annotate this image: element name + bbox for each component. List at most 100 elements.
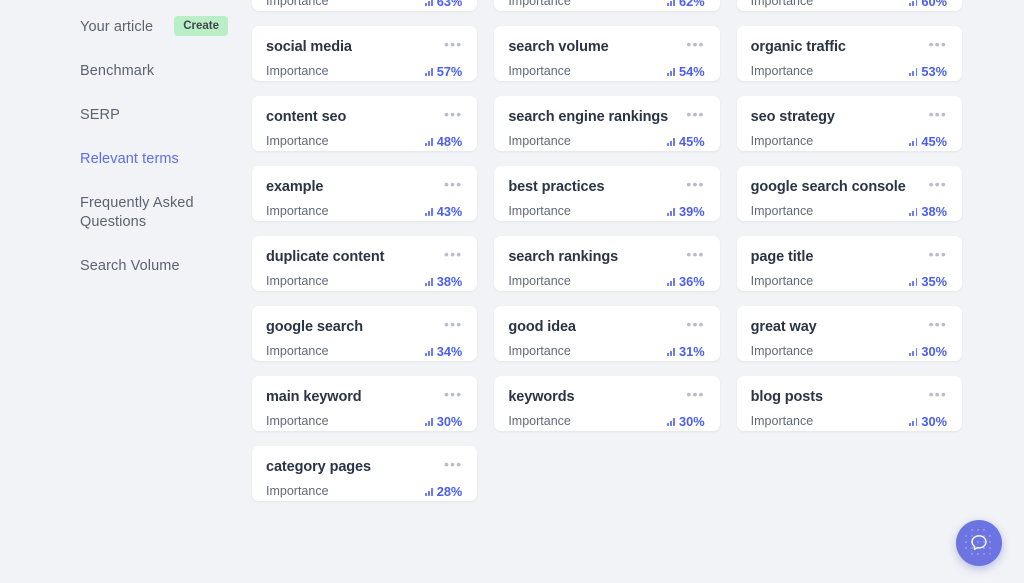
create-button[interactable]: Create <box>174 16 228 36</box>
term-card-menu-icon[interactable]: ••• <box>678 37 704 51</box>
term-title: example <box>266 179 324 195</box>
term-card[interactable]: seo strategy ••• Importance 45% <box>736 96 962 151</box>
term-card-menu-icon[interactable]: ••• <box>678 107 704 121</box>
importance-value: 39% <box>667 204 705 219</box>
term-card-header: google search console ••• <box>751 177 947 196</box>
importance-label: Importance <box>508 134 571 148</box>
bar-chart-icon <box>424 0 433 6</box>
importance-label: Importance <box>508 64 571 78</box>
sidebar-item-frequently-asked-questions[interactable]: Frequently Asked Questions <box>0 194 252 232</box>
importance-percent: 36% <box>679 274 705 289</box>
importance-value: 30% <box>667 414 705 429</box>
term-card-menu-icon[interactable]: ••• <box>678 317 704 331</box>
term-card[interactable]: google search console ••• Importance 38% <box>736 166 962 221</box>
term-card[interactable]: search queries•••Importance60% <box>736 0 962 11</box>
importance-label: Importance <box>750 134 814 148</box>
term-card-menu-icon[interactable]: ••• <box>678 387 704 401</box>
term-card[interactable]: search engine rankings ••• Importance 45% <box>494 96 720 151</box>
sidebar-item-your-article[interactable]: Your article Create <box>0 16 252 37</box>
importance-label: Importance <box>508 274 571 288</box>
term-card[interactable]: social media ••• Importance 57% <box>252 26 478 81</box>
term-card-menu-icon[interactable]: ••• <box>436 247 462 261</box>
bar-chart-icon <box>667 207 676 216</box>
sidebar-item-label: Search Volume <box>80 258 180 274</box>
importance-value: 54% <box>667 64 705 79</box>
term-card-footer: Importance 48% <box>266 134 462 149</box>
term-card-menu-icon[interactable]: ••• <box>678 177 704 191</box>
term-card-footer: Importance 63% <box>266 0 462 9</box>
importance-percent: 38% <box>921 204 947 219</box>
term-card-header: great way ••• <box>750 317 947 336</box>
term-card[interactable]: google search ••• Importance 34% <box>252 306 478 361</box>
term-card[interactable]: good idea ••• Importance 31% <box>494 306 720 361</box>
term-card-menu-icon[interactable]: ••• <box>921 107 947 121</box>
term-card[interactable]: target keyword•••Importance62% <box>494 0 720 11</box>
sidebar-item-benchmark[interactable]: Benchmark <box>0 62 252 81</box>
term-card-footer: Importance 38% <box>266 274 462 289</box>
term-card-footer: Importance 60% <box>751 0 947 9</box>
term-card-menu-icon[interactable]: ••• <box>436 37 462 51</box>
term-card[interactable]: best practices ••• Importance 39% <box>494 166 720 221</box>
importance-percent: 53% <box>921 64 947 79</box>
term-card[interactable]: content seo ••• Importance 48% <box>252 96 478 151</box>
term-card[interactable]: example ••• Importance 43% <box>252 166 478 221</box>
importance-label: Importance <box>750 204 814 218</box>
importance-value: 48% <box>424 134 462 149</box>
term-card-menu-icon[interactable]: ••• <box>921 177 947 191</box>
chat-launcher-button[interactable] <box>956 520 1002 566</box>
sidebar-item-serp[interactable]: SERP <box>0 106 252 125</box>
term-card-menu-icon[interactable]: ••• <box>436 177 462 191</box>
term-title: main keyword <box>266 389 362 405</box>
sidebar-item-search-volume[interactable]: Search Volume <box>0 257 252 276</box>
term-card[interactable]: organic search•••Importance63% <box>252 0 478 11</box>
importance-percent: 30% <box>921 414 947 429</box>
importance-value: 63% <box>424 0 462 9</box>
importance-label: Importance <box>266 274 329 288</box>
term-card[interactable]: page title ••• Importance 35% <box>736 236 962 291</box>
term-title: organic traffic <box>750 39 846 55</box>
term-card[interactable]: main keyword ••• Importance 30% <box>252 376 478 431</box>
term-card-footer: Importance 30% <box>508 414 704 429</box>
term-card-footer: Importance 57% <box>266 64 462 79</box>
term-card[interactable]: keywords ••• Importance 30% <box>494 376 720 431</box>
term-card[interactable]: organic traffic ••• Importance 53% <box>736 26 962 81</box>
bar-chart-icon <box>909 0 918 6</box>
importance-label: Importance <box>266 134 329 148</box>
importance-label: Importance <box>750 274 814 288</box>
term-card-menu-icon[interactable]: ••• <box>921 317 947 331</box>
importance-percent: 60% <box>921 0 947 9</box>
importance-percent: 39% <box>679 204 705 219</box>
term-title: search rankings <box>508 249 619 265</box>
sidebar: Your article Create Benchmark SERP Relevant … <box>0 0 252 583</box>
term-card-menu-icon[interactable]: ••• <box>921 387 947 401</box>
term-card[interactable]: blog posts ••• Importance 30% <box>736 376 962 431</box>
term-card[interactable]: duplicate content ••• Importance 38% <box>252 236 478 291</box>
importance-value: 28% <box>424 484 462 499</box>
bar-chart-icon <box>667 67 676 76</box>
bar-chart-icon <box>909 137 918 146</box>
term-title: category pages <box>266 459 371 475</box>
term-card-menu-icon[interactable]: ••• <box>436 457 462 471</box>
term-card-menu-icon[interactable]: ••• <box>436 107 462 121</box>
term-card[interactable]: great way ••• Importance 30% <box>736 306 962 361</box>
importance-value: 34% <box>424 344 462 359</box>
term-card-menu-icon[interactable]: ••• <box>921 37 947 51</box>
term-title: great way <box>750 319 817 335</box>
term-card-menu-icon[interactable]: ••• <box>436 317 462 331</box>
bar-chart-icon <box>909 347 918 356</box>
importance-value: 57% <box>424 64 462 79</box>
term-card[interactable]: search volume ••• Importance 54% <box>494 26 720 81</box>
term-card[interactable]: search rankings ••• Importance 36% <box>494 236 720 291</box>
importance-label: Importance <box>508 204 571 218</box>
sidebar-item-relevant-terms[interactable]: Relevant terms <box>0 150 252 169</box>
importance-label: Importance <box>750 344 814 358</box>
bar-chart-icon <box>424 277 433 286</box>
term-card[interactable]: category pages ••• Importance 28% <box>252 446 478 501</box>
term-card-header: social media ••• <box>266 37 462 56</box>
bar-chart-icon <box>667 277 676 286</box>
term-card-menu-icon[interactable]: ••• <box>678 247 704 261</box>
term-card-menu-icon[interactable]: ••• <box>436 387 462 401</box>
term-card-menu-icon[interactable]: ••• <box>921 247 947 261</box>
term-card-header: search engine rankings ••• <box>508 107 704 126</box>
bar-chart-icon <box>909 67 918 76</box>
